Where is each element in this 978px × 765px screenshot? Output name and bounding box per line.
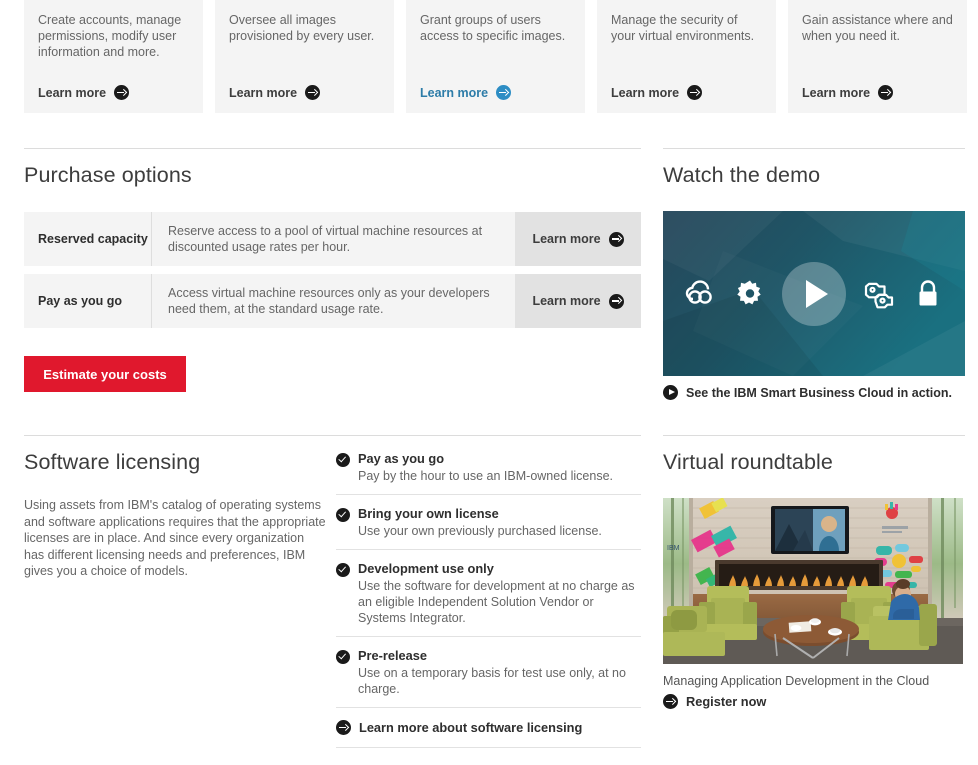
- list-item-title: Pay as you go: [358, 451, 445, 466]
- table-row: Pay as you go Access virtual machine res…: [24, 274, 641, 328]
- list-item-subtitle: Pay by the hour to use an IBM-owned lice…: [358, 469, 614, 483]
- purchase-options-title: Purchase options: [24, 163, 192, 187]
- arrow-right-icon: [114, 85, 130, 100]
- watch-the-demo-title: Watch the demo: [663, 163, 821, 187]
- list-item-text: Pay as you go Pay by the hour to use an …: [358, 451, 641, 484]
- feature-card-description: Create accounts, manage permissions, mod…: [38, 13, 182, 59]
- list-item-title: Pre-release: [358, 648, 428, 663]
- check-circle-icon: [336, 453, 350, 467]
- gear-icon: [736, 280, 761, 304]
- arrow-right-icon: [305, 85, 321, 100]
- software-licensing-intro: Using assets from IBM's catalog of opera…: [24, 498, 326, 578]
- learn-more-label: Learn more: [532, 294, 601, 308]
- feature-card[interactable]: Gain assistance where and when you need …: [788, 0, 967, 113]
- demo-video-thumbnail[interactable]: [663, 211, 965, 376]
- list-item[interactable]: Bring your own license Use your own prev…: [336, 495, 641, 550]
- virtual-roundtable-title: Virtual roundtable: [663, 450, 833, 474]
- arrow-right-icon: [663, 694, 678, 709]
- section-divider: [663, 435, 965, 436]
- check-circle-icon: [336, 650, 350, 664]
- arrow-right-icon: [608, 231, 624, 247]
- play-circle-icon: [663, 385, 678, 400]
- software-licensing-section: Software licensing Using assets from IBM…: [24, 435, 641, 748]
- check-circle-icon: [336, 563, 350, 577]
- purchase-options-table: Reserved capacity Reserve access to a po…: [24, 212, 641, 328]
- list-item-text: Development use only Use the software fo…: [358, 561, 641, 626]
- list-item[interactable]: Development use only Use the software fo…: [336, 550, 641, 637]
- demo-video-caption-label: See the IBM Smart Business Cloud in acti…: [686, 385, 953, 400]
- watch-the-demo-section: Watch the demo See the IBM Smart Busines…: [663, 148, 965, 400]
- feature-card-description: Gain assistance where and when you need …: [802, 13, 953, 43]
- purchase-option-name: Pay as you go: [24, 274, 152, 328]
- estimate-your-costs-button[interactable]: Estimate your costs: [24, 356, 186, 392]
- demo-video-caption-link[interactable]: See the IBM Smart Business Cloud in acti…: [663, 385, 965, 400]
- section-divider: [663, 148, 965, 149]
- list-item-subtitle: Use your own previously purchased licens…: [358, 524, 602, 538]
- list-item-title: Bring your own license: [358, 506, 499, 521]
- feature-card[interactable]: Create accounts, manage permissions, mod…: [24, 0, 203, 113]
- learn-more-label: Learn more: [611, 85, 680, 100]
- learn-more-link[interactable]: Learn more: [38, 85, 130, 100]
- page-root: Create accounts, manage permissions, mod…: [0, 0, 978, 765]
- list-item[interactable]: Pre-release Use on a temporary basis for…: [336, 637, 641, 708]
- purchase-option-name: Reserved capacity: [24, 212, 152, 266]
- arrow-right-icon: [496, 85, 512, 100]
- check-circle-icon: [336, 508, 350, 522]
- feature-card[interactable]: Grant groups of users access to specific…: [406, 0, 585, 113]
- learn-more-link[interactable]: Learn more: [611, 85, 703, 100]
- arrow-right-icon: [336, 720, 351, 735]
- roundtable-register-label: Register now: [686, 694, 767, 709]
- arrow-right-icon: [878, 85, 894, 100]
- arrow-right-icon: [687, 85, 703, 100]
- feature-card-description: Grant groups of users access to specific…: [420, 13, 566, 43]
- feature-card[interactable]: Manage the security of your virtual envi…: [597, 0, 776, 113]
- lock-icon: [919, 279, 937, 305]
- list-item-title: Development use only: [358, 561, 494, 576]
- video-icon-strip: [663, 211, 965, 376]
- roundtable-lounge-art: IBM: [663, 498, 963, 664]
- learn-more-label: Learn more: [802, 85, 871, 100]
- svg-text:IBM: IBM: [667, 545, 680, 552]
- list-item-text: Pre-release Use on a temporary basis for…: [358, 648, 641, 697]
- feature-card-description: Manage the security of your virtual envi…: [611, 13, 755, 43]
- learn-more-link[interactable]: Learn more: [420, 85, 512, 100]
- list-item[interactable]: Pay as you go Pay by the hour to use an …: [336, 439, 641, 495]
- purchase-options-section: Purchase options Reserved capacity Reser…: [24, 148, 641, 392]
- purchase-option-description: Access virtual machine resources only as…: [152, 274, 515, 328]
- cloud-icon: [685, 279, 712, 304]
- roundtable-register-link[interactable]: Register now: [663, 694, 965, 709]
- purchase-option-learn-more[interactable]: Learn more: [515, 212, 641, 266]
- list-item-subtitle: Use the software for development at no c…: [358, 579, 635, 625]
- purchase-option-description: Reserve access to a pool of virtual mach…: [152, 212, 515, 266]
- section-divider: [24, 148, 641, 149]
- list-item-text: Bring your own license Use your own prev…: [358, 506, 641, 539]
- table-row: Reserved capacity Reserve access to a po…: [24, 212, 641, 266]
- feature-card-description: Oversee all images provisioned by every …: [229, 13, 375, 43]
- learn-more-label: Learn more: [532, 232, 601, 246]
- learn-more-label: Learn more: [229, 85, 298, 100]
- learn-more-link[interactable]: Learn more: [802, 85, 894, 100]
- software-licensing-more-link[interactable]: Learn more about software licensing: [336, 708, 641, 748]
- section-divider: [24, 435, 641, 436]
- list-item-subtitle: Use on a temporary basis for test use on…: [358, 666, 626, 696]
- purchase-option-learn-more[interactable]: Learn more: [515, 274, 641, 328]
- play-icon[interactable]: [782, 261, 846, 326]
- feature-card[interactable]: Oversee all images provisioned by every …: [215, 0, 394, 113]
- arrow-right-icon: [608, 293, 624, 309]
- learn-more-link[interactable]: Learn more: [229, 85, 321, 100]
- learn-more-label: Learn more: [420, 85, 489, 100]
- licensing-model-list: Pay as you go Pay by the hour to use an …: [336, 439, 641, 748]
- virtual-roundtable-section: Virtual roundtable IBM Managing Applicat…: [663, 435, 965, 709]
- learn-more-label: Learn more: [38, 85, 107, 100]
- network-people-icon: [864, 282, 893, 308]
- roundtable-caption: Managing Application Development in the …: [663, 674, 930, 688]
- software-licensing-body: Using assets from IBM's catalog of opera…: [24, 439, 641, 748]
- roundtable-thumbnail[interactable]: IBM: [663, 498, 963, 664]
- feature-cards-row: Create accounts, manage permissions, mod…: [24, 0, 978, 113]
- software-licensing-more-label: Learn more about software licensing: [359, 720, 583, 735]
